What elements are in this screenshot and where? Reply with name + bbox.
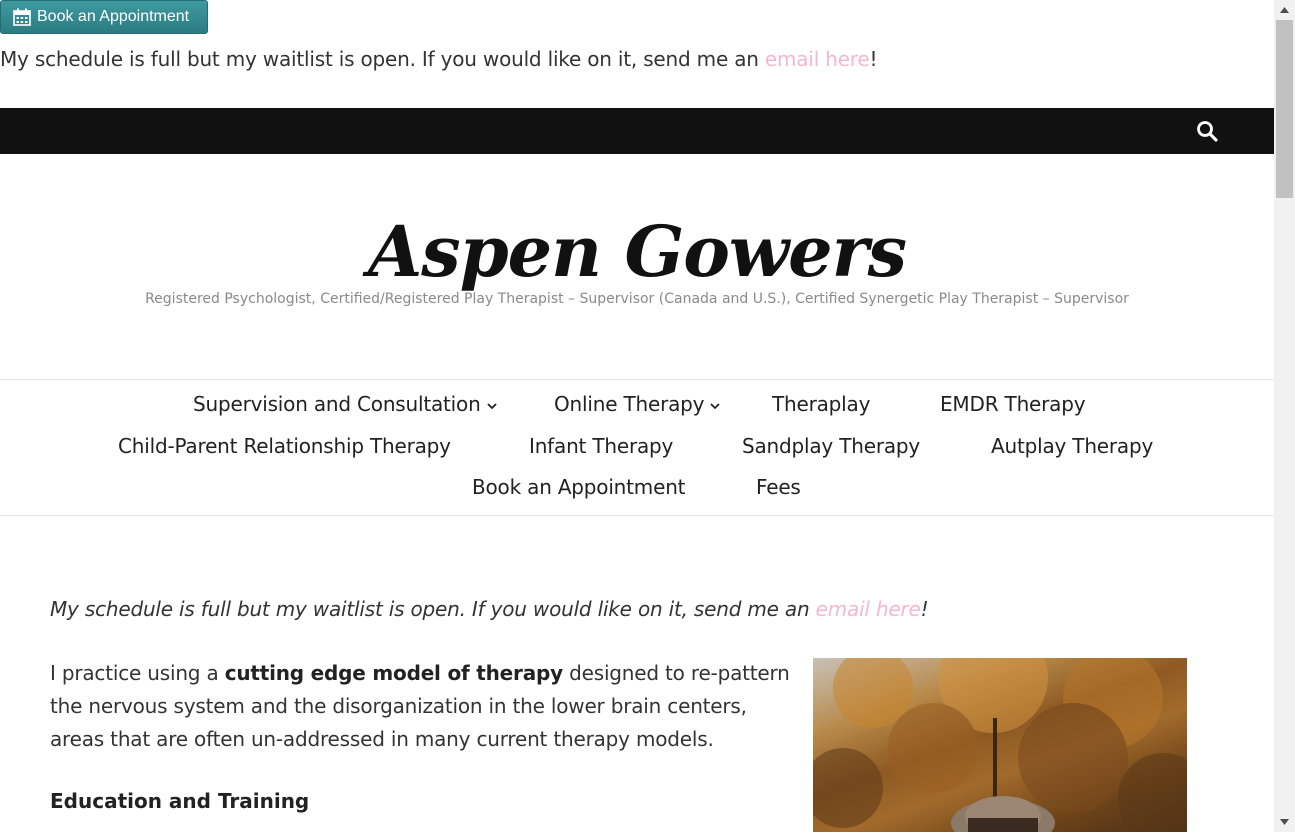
calendar-icon xyxy=(13,8,31,26)
nav-item-label: Online Therapy xyxy=(554,392,705,416)
profile-photo xyxy=(813,658,1187,832)
education-heading: Education and Training xyxy=(50,789,310,813)
nav-item-emdr-therapy[interactable]: EMDR Therapy xyxy=(940,392,1086,416)
page: Book an Appointment My schedule is full … xyxy=(0,0,1274,832)
intro-notice-text: My schedule is full but my waitlist is o… xyxy=(50,597,816,621)
nav-item-sandplay-therapy[interactable]: Sandplay Therapy xyxy=(742,434,920,458)
chevron-down-icon xyxy=(710,402,720,409)
intro-paragraph: I practice using a cutting edge model of… xyxy=(50,657,790,756)
intro-notice: My schedule is full but my waitlist is o… xyxy=(50,597,929,621)
nav-item-child-parent[interactable]: Child-Parent Relationship Therapy xyxy=(118,434,451,458)
book-appointment-button[interactable]: Book an Appointment xyxy=(0,0,208,34)
scroll-down-arrow-icon[interactable] xyxy=(1274,814,1295,830)
nav-item-label: Supervision and Consultation xyxy=(193,392,481,416)
vertical-scrollbar[interactable] xyxy=(1274,0,1295,832)
nav-item-infant-therapy[interactable]: Infant Therapy xyxy=(529,434,673,458)
scroll-up-arrow-icon[interactable] xyxy=(1274,2,1295,18)
paragraph-text-before: I practice using a xyxy=(50,661,225,685)
book-appointment-label: Book an Appointment xyxy=(37,8,190,25)
main-navigation: Supervision and Consultation Online Ther… xyxy=(0,379,1274,516)
intro-notice-end: ! xyxy=(920,597,929,621)
search-icon[interactable] xyxy=(1196,120,1218,142)
waitlist-notice-text: My schedule is full but my waitlist is o… xyxy=(0,47,765,71)
nav-item-autplay-therapy[interactable]: Autplay Therapy xyxy=(991,434,1153,458)
site-title[interactable]: Aspen Gowers xyxy=(0,210,1274,293)
nav-item-online-therapy[interactable]: Online Therapy xyxy=(554,392,720,416)
scrollbar-thumb[interactable] xyxy=(1276,20,1293,198)
photo-scene xyxy=(813,658,1187,832)
nav-item-theraplay[interactable]: Theraplay xyxy=(772,392,870,416)
email-here-link[interactable]: email here xyxy=(765,47,870,71)
chevron-down-icon xyxy=(486,402,497,409)
nav-item-supervision[interactable]: Supervision and Consultation xyxy=(193,392,497,416)
nav-item-book-appointment[interactable]: Book an Appointment xyxy=(472,475,686,499)
intro-email-link[interactable]: email here xyxy=(816,597,921,621)
waitlist-notice: My schedule is full but my waitlist is o… xyxy=(0,47,878,71)
paragraph-bold-text: cutting edge model of therapy xyxy=(224,661,563,685)
top-bar xyxy=(0,108,1274,154)
nav-item-fees[interactable]: Fees xyxy=(756,475,801,499)
waitlist-notice-end: ! xyxy=(869,47,878,71)
site-tagline: Registered Psychologist, Certified/Regis… xyxy=(145,291,1129,307)
